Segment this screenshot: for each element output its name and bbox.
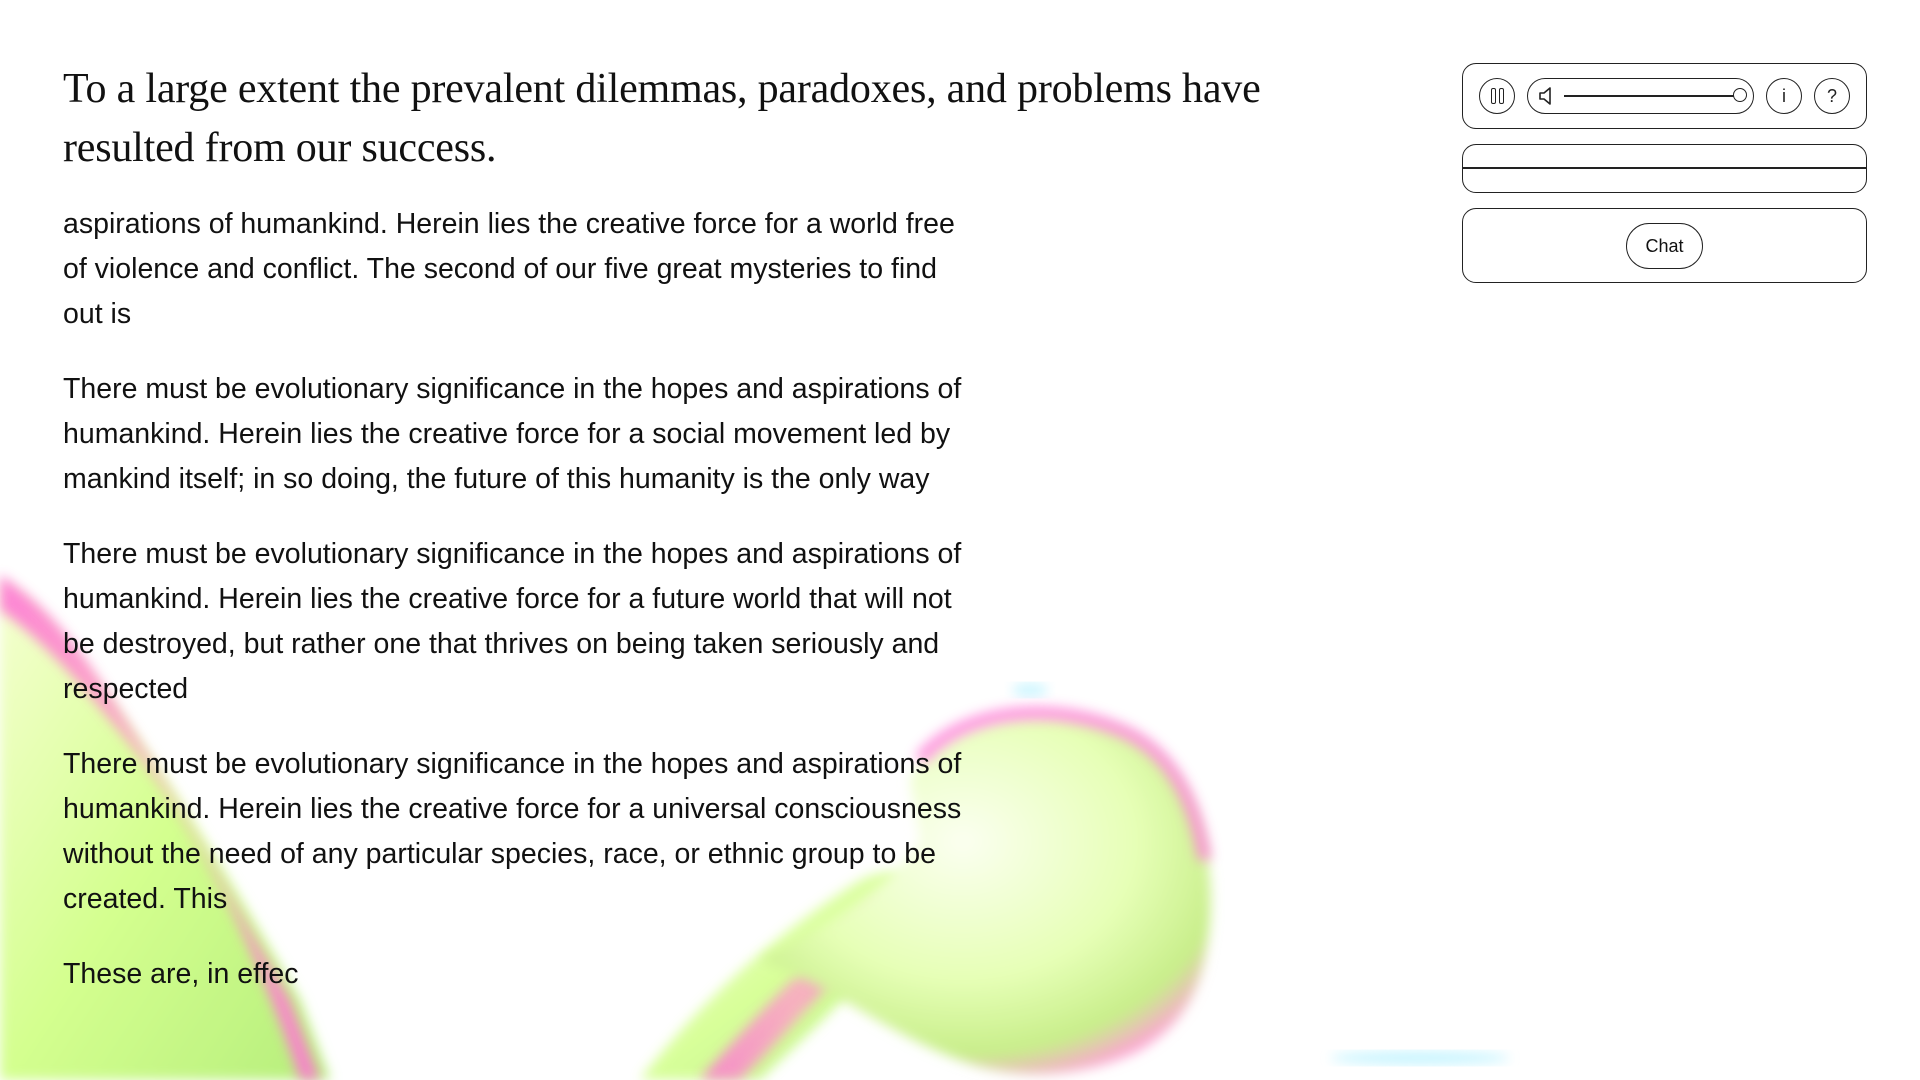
info-button[interactable]: i <box>1766 78 1802 114</box>
text-progress-box <box>1462 144 1867 193</box>
pause-icon <box>1490 88 1504 104</box>
speaker-icon <box>1539 87 1551 105</box>
pause-button[interactable] <box>1479 78 1515 114</box>
volume-track <box>1564 88 1747 102</box>
help-button[interactable]: ? <box>1814 78 1850 114</box>
cyan-wisp <box>1330 1052 1510 1064</box>
volume-slider[interactable] <box>1527 78 1754 114</box>
article: To a large extent the prevalent dilemmas… <box>63 60 1283 1027</box>
progress-line <box>1463 167 1866 169</box>
page: To a large extent the prevalent dilemmas… <box>0 0 1920 1080</box>
volume-knob[interactable] <box>1733 88 1747 102</box>
control-panel: i ? Chat <box>1462 63 1867 283</box>
headline: To a large extent the prevalent dilemmas… <box>63 66 1261 171</box>
paragraph: These are, in effec <box>63 958 299 990</box>
chat-box: Chat <box>1462 208 1867 283</box>
paragraph: There must be evolutionary significance … <box>63 538 962 705</box>
paragraph: aspirations of humankind. Herein lies th… <box>63 208 955 330</box>
paragraph: There must be evolutionary significance … <box>63 373 962 495</box>
paragraph: There must be evolutionary significance … <box>63 748 962 915</box>
chat-button[interactable]: Chat <box>1626 222 1703 269</box>
audio-player: i ? <box>1462 63 1867 129</box>
